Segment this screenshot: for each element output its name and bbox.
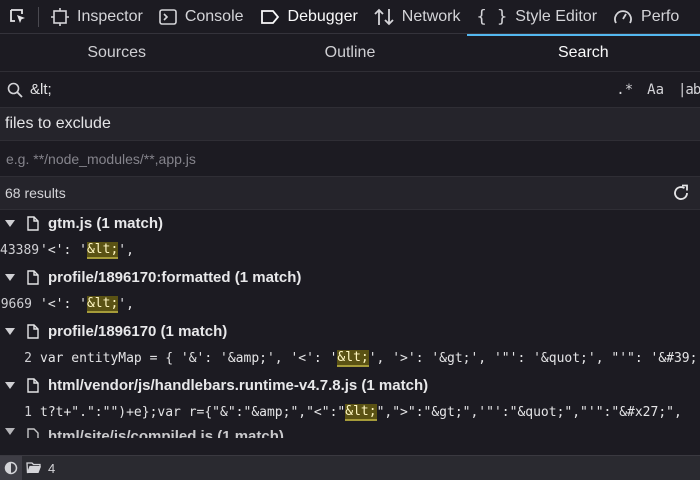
performance-icon [614, 9, 632, 23]
match-highlight: &lt; [86, 242, 119, 259]
match-highlight: &lt; [337, 350, 369, 367]
result-file-name: html/vendor/js/handlebars.runtime-v4.7.8… [48, 377, 429, 394]
tab-network[interactable]: Network [366, 0, 469, 33]
result-file[interactable]: html/site/js/compiled.js (1 match) [0, 426, 700, 438]
network-icon [374, 8, 394, 25]
line-number: 1 [24, 405, 32, 420]
source-count: 4 [48, 460, 56, 476]
result-file-name: profile/1896170:formatted (1 match) [48, 269, 302, 286]
result-file[interactable]: profile/1896170:formatted (1 match) [0, 264, 700, 291]
file-icon [22, 378, 44, 393]
chevron-down-icon[interactable] [2, 428, 17, 436]
match-highlight: &lt; [86, 296, 119, 313]
result-match[interactable]: 43389 '<': ' &lt; ', [0, 237, 700, 264]
chevron-down-icon[interactable] [2, 273, 17, 282]
case-sensitive-toggle[interactable]: Aa [647, 82, 664, 98]
toggle-sidebar-button[interactable] [0, 455, 22, 480]
match-after: ', [118, 297, 134, 312]
tab-inspector-label: Inspector [77, 7, 143, 25]
tab-sources[interactable]: Sources [0, 34, 233, 71]
result-file[interactable]: gtm.js (1 match) [0, 210, 700, 237]
regex-toggle[interactable]: .* [616, 82, 633, 98]
line-number: 2 [24, 351, 32, 366]
result-file-name: profile/1896170 (1 match) [48, 323, 228, 340]
match-after: ', [118, 243, 134, 258]
line-number: 43389 [0, 243, 40, 258]
search-input[interactable]: &lt; [30, 81, 616, 98]
tab-performance-label: Perfo [641, 7, 680, 25]
result-file-name: gtm.js (1 match) [48, 215, 164, 232]
result-file[interactable]: profile/1896170 (1 match) [0, 318, 700, 345]
element-picker-button[interactable] [0, 0, 36, 33]
search-icon-wrap [0, 82, 30, 98]
sidebar-toggle-icon [4, 461, 18, 475]
console-icon [159, 8, 177, 25]
file-icon [22, 270, 44, 285]
tab-style-editor[interactable]: { } Style Editor [468, 0, 605, 33]
file-icon [22, 216, 44, 231]
search-icon [7, 82, 23, 98]
tab-console[interactable]: Console [151, 0, 252, 33]
search-results: gtm.js (1 match) 43389 '<': ' &lt; ', profi… [0, 210, 700, 446]
tab-search[interactable]: Search [466, 34, 700, 71]
match-before: '<': ' [40, 243, 87, 258]
debugger-icon [260, 9, 279, 24]
search-bar: &lt; .* Aa |ab| [0, 72, 700, 108]
file-icon [22, 324, 44, 339]
sidebar-subtabs: Sources Outline Search [0, 34, 700, 72]
tab-network-label: Network [401, 7, 461, 25]
element-picker-icon [10, 8, 25, 23]
result-file-name: html/site/js/compiled.js (1 match) [48, 428, 284, 438]
exclude-label: files to exclude [0, 108, 700, 141]
tab-style-editor-label: Style Editor [515, 7, 598, 25]
folder-open-icon [26, 462, 41, 474]
match-before: var entityMap = { '&': '&amp;', '<': ' [40, 351, 338, 366]
result-match[interactable]: 1 t?t+".":"")+e};var r={"&":"&amp;","<":"… [0, 399, 700, 426]
match-before: '<': ' [40, 297, 87, 312]
match-highlight: &lt; [345, 404, 377, 421]
file-icon [22, 428, 44, 438]
tab-performance[interactable]: Perfo [605, 0, 687, 33]
refresh-icon[interactable] [672, 184, 690, 202]
match-after: ",">":"&gt;",'"':"&quot;","'":"&#x27;", [376, 405, 682, 420]
tab-console-label: Console [184, 7, 244, 25]
tab-debugger[interactable]: Debugger [252, 0, 366, 33]
whole-word-toggle[interactable]: |ab| [678, 82, 700, 98]
tab-debugger-label: Debugger [287, 7, 358, 25]
line-number: 9669 [0, 297, 32, 312]
tab-inspector[interactable]: Inspector [43, 0, 151, 33]
exclude-input[interactable]: e.g. **/node_modules/**,app.js [0, 141, 700, 177]
result-match[interactable]: 9669 '<': ' &lt; ', [0, 291, 700, 318]
results-summary-bar: 68 results [0, 177, 700, 210]
match-before: t?t+".":"")+e};var r={"&":"&amp;","<":" [40, 405, 346, 420]
toolbar-separator [38, 6, 39, 27]
style-editor-icon: { } [476, 6, 508, 27]
match-after: ', '>': '&gt;', '"': '&quot;', "'": '&#3… [368, 351, 700, 366]
devtools-toolbar: Inspector Console Debugger Network { } S… [0, 0, 700, 34]
debugger-status-bar: 4 [0, 455, 700, 480]
inspector-icon [51, 7, 69, 26]
tab-outline[interactable]: Outline [233, 34, 466, 71]
chevron-down-icon[interactable] [2, 327, 17, 336]
result-file[interactable]: html/vendor/js/handlebars.runtime-v4.7.8… [0, 372, 700, 399]
chevron-down-icon[interactable] [2, 219, 17, 228]
results-count: 68 results [5, 185, 66, 201]
chevron-down-icon[interactable] [2, 381, 17, 390]
result-match[interactable]: 2 var entityMap = { '&': '&amp;', '<': ' &… [0, 345, 700, 372]
